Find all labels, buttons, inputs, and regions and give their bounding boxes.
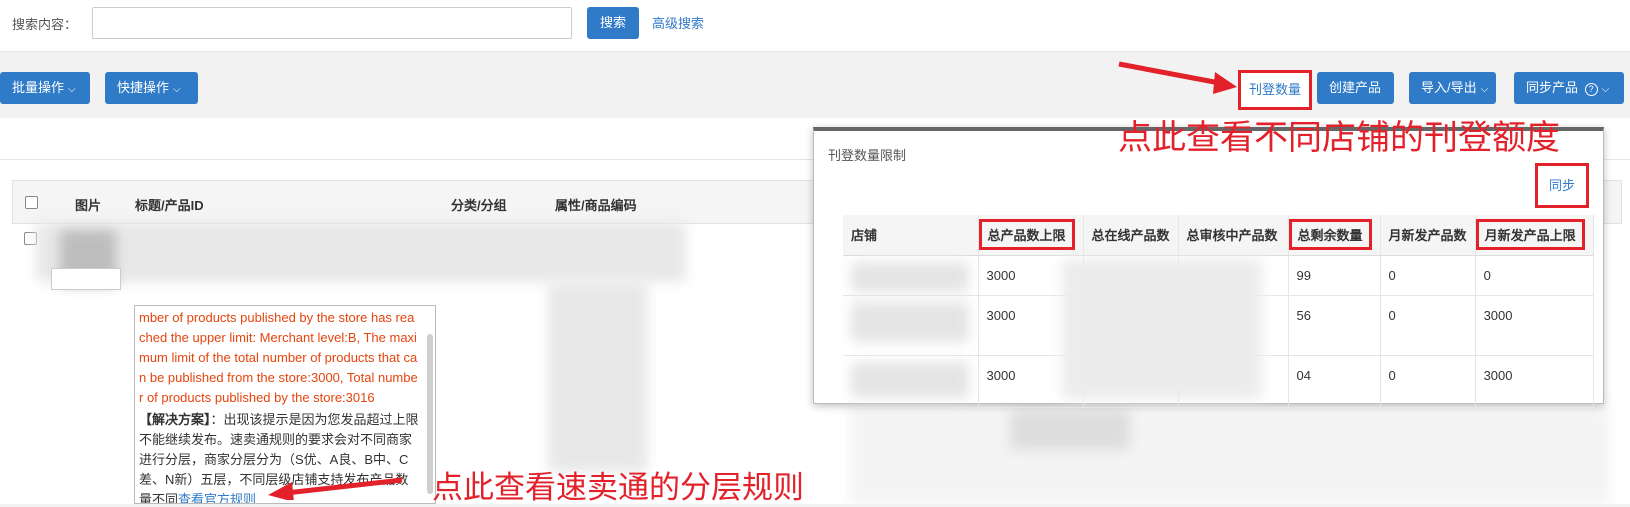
listing-count-button[interactable]: 刊登数量 (1238, 70, 1312, 110)
select-all-checkbox[interactable] (25, 196, 38, 209)
annotation-tier-rules: 点此查看速卖通的分层规则 (432, 470, 804, 506)
col-category: 分类/分组 (451, 198, 507, 213)
sync-products-button[interactable]: 同步产品 ? ⌵ (1514, 72, 1624, 104)
sync-products-label: 同步产品 (1526, 80, 1579, 95)
official-rules-link[interactable]: 查看官方规则 (178, 492, 256, 503)
store-cell (843, 355, 979, 408)
quick-operations-label: 快捷操作 (117, 80, 170, 95)
search-label: 搜索内容： (12, 17, 78, 32)
col-max-total: 总产品数上限 (978, 215, 1084, 256)
blurred-store-name (851, 261, 969, 292)
monthly-limit-cell: 0 (1475, 255, 1594, 296)
monthly-new-cell: 0 (1380, 295, 1476, 356)
col-reviewing-total: 总审核中产品数 (1178, 215, 1289, 256)
chevron-down-icon: ⌵ (173, 84, 181, 95)
bulk-operations-button[interactable]: 批量操作 ⌵ (0, 72, 90, 104)
chevron-down-icon: ⌵ (1480, 84, 1489, 95)
chevron-down-icon: ⌵ (68, 84, 76, 95)
highlight-monthly-limit: 月新发产品上限 (1475, 219, 1585, 251)
monthly-new-cell: 0 (1380, 255, 1476, 296)
store-cell (843, 255, 979, 296)
import-export-label: 导入/导出 (1421, 80, 1477, 95)
sync-link[interactable]: 同步 (1535, 163, 1589, 208)
col-image: 图片 (75, 198, 102, 213)
search-button[interactable]: 搜索 (587, 7, 639, 39)
quick-operations-button[interactable]: 快捷操作 ⌵ (105, 72, 198, 104)
remaining-cell: 04 (1288, 355, 1381, 408)
monthly-new-cell: 0 (1380, 355, 1476, 408)
blurred-attributes (548, 282, 648, 472)
remaining-cell: 56 (1288, 295, 1381, 356)
search-input[interactable] (92, 7, 572, 39)
annotation-arrow-icon (1118, 61, 1237, 94)
chevron-down-icon: ⌵ (1601, 84, 1610, 95)
blurred-store-name (851, 361, 969, 398)
help-icon: ? (1584, 83, 1598, 96)
popup-title: 刊登数量限制 (828, 148, 907, 163)
search-bar: 搜索内容： 搜索 高级搜索 (0, 0, 1630, 52)
blurred-store-name (851, 301, 969, 342)
blurred-row-value (1010, 410, 1130, 450)
listing-limits-popup: 刊登数量限制 同步 店铺 总产品数上限 总在线产品数 总审核中产品数 总剩余数量… (813, 127, 1604, 408)
create-product-button[interactable]: 创建产品 (1317, 72, 1394, 104)
import-export-button[interactable]: 导入/导出 ⌵ (1409, 72, 1496, 104)
annotation-listing-quota: 点此查看不同店铺的刊登额度 (1118, 118, 1560, 158)
blurred-row-right (850, 404, 1610, 504)
highlight-remaining: 总剩余数量 (1288, 219, 1372, 251)
col-attributes: 属性/商品编码 (555, 198, 637, 213)
limits-header-row: 店铺 总产品数上限 总在线产品数 总审核中产品数 总剩余数量 月新发产品数 月新… (843, 215, 1594, 256)
col-remaining: 总剩余数量 (1288, 215, 1381, 256)
col-title: 标题/产品ID (135, 198, 204, 213)
blurred-row-content (36, 222, 686, 282)
col-online-total: 总在线产品数 (1083, 215, 1179, 256)
blurred-online-counts (1062, 259, 1262, 399)
store-cell (843, 295, 979, 356)
monthly-limit-cell: 3000 (1475, 355, 1594, 408)
error-text: mber of products published by the store … (139, 310, 418, 405)
col-monthly-limit: 月新发产品上限 (1475, 215, 1594, 256)
solution-label: 【解决方案】 (139, 412, 211, 427)
highlight-max-total: 总产品数上限 (978, 219, 1075, 251)
col-store: 店铺 (843, 215, 979, 256)
monthly-limit-cell: 3000 (1475, 295, 1594, 356)
remaining-cell: 99 (1288, 255, 1381, 296)
advanced-search-link[interactable]: 高级搜索 (652, 13, 704, 32)
annotation-arrow-icon (268, 477, 403, 500)
row-select[interactable] (51, 268, 121, 290)
bulk-operations-label: 批量操作 (12, 80, 65, 95)
col-monthly-new: 月新发产品数 (1380, 215, 1476, 256)
